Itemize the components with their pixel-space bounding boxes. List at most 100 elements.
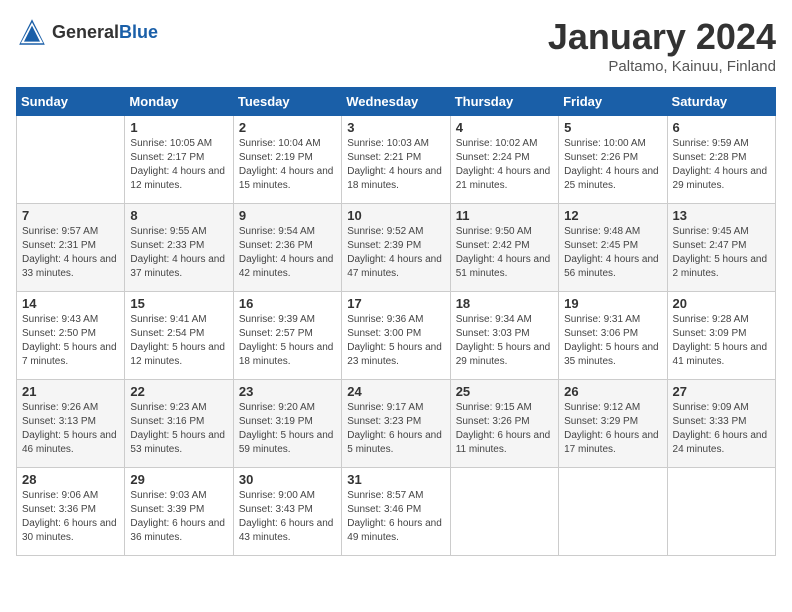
day-header-sunday: Sunday — [17, 88, 125, 116]
calendar-cell: 17 Sunrise: 9:36 AMSunset: 3:00 PMDayligh… — [342, 292, 450, 380]
day-number: 8 — [130, 208, 227, 223]
logo-icon — [16, 16, 48, 48]
calendar-week-row: 14Sunrise: 9:43 AMSunset: 2:50 PMDayligh… — [17, 292, 776, 380]
calendar-cell: 5Sunrise: 10:00 AMSunset: 2:26 PMDayligh… — [559, 116, 667, 204]
calendar-week-row: 1 Sunrise: 10:05 AMSunset: 2:17 PMDayligh… — [17, 116, 776, 204]
calendar-cell — [450, 468, 558, 556]
day-info: Sunrise: 9:59 AMSunset: 2:28 PMDaylight:… — [673, 137, 770, 193]
day-number: 4 — [456, 120, 553, 135]
day-number: 6 — [673, 120, 770, 135]
day-number: 21 — [22, 384, 119, 399]
day-info: Sunrise: 9:06 AMSunset: 3:36 PMDaylight:… — [22, 489, 119, 545]
logo: GeneralBlue — [16, 16, 158, 48]
calendar-cell: 16 Sunrise: 9:39 AMSunset: 2:57 PMDayligh… — [233, 292, 341, 380]
calendar-cell: 26Sunrise: 9:12 AMSunset: 3:29 PMDayligh… — [559, 380, 667, 468]
day-header-wednesday: Wednesday — [342, 88, 450, 116]
calendar-cell: 4 Sunrise: 10:02 AMSunset: 2:24 PMDayligh… — [450, 116, 558, 204]
day-info: Sunrise: 9:31 AMSunset: 3:06 PMDaylight:… — [564, 313, 661, 369]
calendar-cell — [559, 468, 667, 556]
day-info: Sunrise: 9:28 AMSunset: 3:09 PMDaylight:… — [673, 313, 770, 369]
day-info: Sunrise: 9:23 AMSunset: 3:16 PMDaylight:… — [130, 401, 227, 457]
calendar-cell: 2Sunrise: 10:04 AMSunset: 2:19 PMDayligh… — [233, 116, 341, 204]
day-number: 31 — [347, 472, 444, 487]
calendar-cell: 15Sunrise: 9:41 AMSunset: 2:54 PMDayligh… — [125, 292, 233, 380]
day-info: Sunrise: 10:05 AMSunset: 2:17 PMDaylight… — [130, 137, 227, 193]
calendar-cell: 21 Sunrise: 9:26 AMSunset: 3:13 PMDayligh… — [17, 380, 125, 468]
day-number: 25 — [456, 384, 553, 399]
day-info: Sunrise: 9:26 AMSunset: 3:13 PMDaylight:… — [22, 401, 119, 457]
calendar-cell: 12Sunrise: 9:48 AMSunset: 2:45 PMDayligh… — [559, 204, 667, 292]
day-info: Sunrise: 9:20 AMSunset: 3:19 PMDaylight:… — [239, 401, 336, 457]
page-header: GeneralBlue January 2024 Paltamo, Kainuu… — [16, 16, 776, 75]
calendar-cell — [667, 468, 775, 556]
day-number: 24 — [347, 384, 444, 399]
day-number: 28 — [22, 472, 119, 487]
day-number: 26 — [564, 384, 661, 399]
day-info: Sunrise: 9:57 AMSunset: 2:31 PMDaylight:… — [22, 225, 119, 281]
day-info: Sunrise: 10:03 AMSunset: 2:21 PMDaylight… — [347, 137, 444, 193]
calendar-cell: 24 Sunrise: 9:17 AMSunset: 3:23 PMDayligh… — [342, 380, 450, 468]
day-info: Sunrise: 10:02 AMSunset: 2:24 PMDaylight… — [456, 137, 553, 193]
day-number: 16 — [239, 296, 336, 311]
day-info: Sunrise: 9:17 AMSunset: 3:23 PMDaylight:… — [347, 401, 444, 457]
day-number: 5 — [564, 120, 661, 135]
calendar-cell: 8 Sunrise: 9:55 AMSunset: 2:33 PMDaylight… — [125, 204, 233, 292]
day-number: 10 — [347, 208, 444, 223]
calendar-cell: 11 Sunrise: 9:50 AMSunset: 2:42 PMDayligh… — [450, 204, 558, 292]
logo-blue-text: Blue — [119, 22, 158, 42]
calendar-cell: 14Sunrise: 9:43 AMSunset: 2:50 PMDayligh… — [17, 292, 125, 380]
calendar-cell: 18Sunrise: 9:34 AMSunset: 3:03 PMDayligh… — [450, 292, 558, 380]
day-number: 1 — [130, 120, 227, 135]
calendar-week-row: 7 Sunrise: 9:57 AMSunset: 2:31 PMDaylight… — [17, 204, 776, 292]
calendar-cell: 28 Sunrise: 9:06 AMSunset: 3:36 PMDayligh… — [17, 468, 125, 556]
day-info: Sunrise: 9:48 AMSunset: 2:45 PMDaylight:… — [564, 225, 661, 281]
day-number: 14 — [22, 296, 119, 311]
month-title: January 2024 — [548, 16, 776, 58]
calendar-cell: 30Sunrise: 9:00 AMSunset: 3:43 PMDayligh… — [233, 468, 341, 556]
day-number: 7 — [22, 208, 119, 223]
day-info: Sunrise: 9:39 AMSunset: 2:57 PMDaylight:… — [239, 313, 336, 369]
day-info: Sunrise: 9:54 AMSunset: 2:36 PMDaylight:… — [239, 225, 336, 281]
day-info: Sunrise: 9:03 AMSunset: 3:39 PMDaylight:… — [130, 489, 227, 545]
day-header-saturday: Saturday — [667, 88, 775, 116]
calendar-cell: 31 Sunrise: 8:57 AMSunset: 3:46 PMDayligh… — [342, 468, 450, 556]
day-info: Sunrise: 9:09 AMSunset: 3:33 PMDaylight:… — [673, 401, 770, 457]
day-info: Sunrise: 9:41 AMSunset: 2:54 PMDaylight:… — [130, 313, 227, 369]
calendar-table: SundayMondayTuesdayWednesdayThursdayFrid… — [16, 87, 776, 556]
calendar-week-row: 28 Sunrise: 9:06 AMSunset: 3:36 PMDayligh… — [17, 468, 776, 556]
calendar-cell: 22 Sunrise: 9:23 AMSunset: 3:16 PMDayligh… — [125, 380, 233, 468]
calendar-cell: 23Sunrise: 9:20 AMSunset: 3:19 PMDayligh… — [233, 380, 341, 468]
calendar-cell: 27Sunrise: 9:09 AMSunset: 3:33 PMDayligh… — [667, 380, 775, 468]
logo-general-text: General — [52, 22, 119, 42]
day-number: 11 — [456, 208, 553, 223]
calendar-cell: 25 Sunrise: 9:15 AMSunset: 3:26 PMDayligh… — [450, 380, 558, 468]
day-info: Sunrise: 9:15 AMSunset: 3:26 PMDaylight:… — [456, 401, 553, 457]
location: Paltamo, Kainuu, Finland — [548, 58, 776, 75]
day-number: 22 — [130, 384, 227, 399]
calendar-cell: 29Sunrise: 9:03 AMSunset: 3:39 PMDayligh… — [125, 468, 233, 556]
day-info: Sunrise: 8:57 AMSunset: 3:46 PMDaylight:… — [347, 489, 444, 545]
calendar-cell: 13Sunrise: 9:45 AMSunset: 2:47 PMDayligh… — [667, 204, 775, 292]
day-number: 19 — [564, 296, 661, 311]
day-info: Sunrise: 9:50 AMSunset: 2:42 PMDaylight:… — [456, 225, 553, 281]
calendar-cell: 20Sunrise: 9:28 AMSunset: 3:09 PMDayligh… — [667, 292, 775, 380]
day-info: Sunrise: 10:04 AMSunset: 2:19 PMDaylight… — [239, 137, 336, 193]
day-info: Sunrise: 9:55 AMSunset: 2:33 PMDaylight:… — [130, 225, 227, 281]
day-info: Sunrise: 9:34 AMSunset: 3:03 PMDaylight:… — [456, 313, 553, 369]
day-number: 17 — [347, 296, 444, 311]
day-info: Sunrise: 9:52 AMSunset: 2:39 PMDaylight:… — [347, 225, 444, 281]
day-number: 3 — [347, 120, 444, 135]
day-header-thursday: Thursday — [450, 88, 558, 116]
day-header-tuesday: Tuesday — [233, 88, 341, 116]
calendar-header-row: SundayMondayTuesdayWednesdayThursdayFrid… — [17, 88, 776, 116]
day-number: 9 — [239, 208, 336, 223]
calendar-cell: 1 Sunrise: 10:05 AMSunset: 2:17 PMDayligh… — [125, 116, 233, 204]
calendar-cell: 9 Sunrise: 9:54 AMSunset: 2:36 PMDaylight… — [233, 204, 341, 292]
day-info: Sunrise: 9:45 AMSunset: 2:47 PMDaylight:… — [673, 225, 770, 281]
calendar-cell — [17, 116, 125, 204]
day-info: Sunrise: 9:36 AMSunset: 3:00 PMDaylight:… — [347, 313, 444, 369]
calendar-cell: 7 Sunrise: 9:57 AMSunset: 2:31 PMDaylight… — [17, 204, 125, 292]
day-info: Sunrise: 9:00 AMSunset: 3:43 PMDaylight:… — [239, 489, 336, 545]
calendar-cell: 19 Sunrise: 9:31 AMSunset: 3:06 PMDayligh… — [559, 292, 667, 380]
day-header-friday: Friday — [559, 88, 667, 116]
